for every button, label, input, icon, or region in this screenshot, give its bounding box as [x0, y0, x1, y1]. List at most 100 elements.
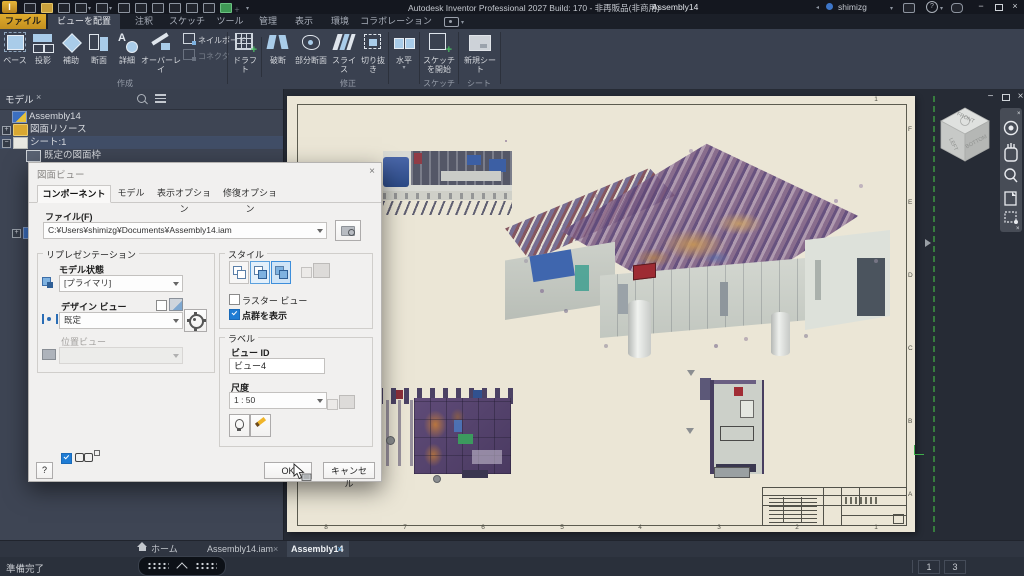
inventor-logo[interactable]: I: [2, 1, 17, 13]
ribbon-button-overlay[interactable]: オーバーレイ: [141, 31, 181, 75]
redo-icon[interactable]: [96, 3, 108, 13]
help-icon[interactable]: ?: [926, 1, 938, 13]
dialog-help-button[interactable]: ?: [36, 462, 53, 479]
doc-close-button[interactable]: ×: [1014, 91, 1024, 102]
browser-close-icon[interactable]: ×: [36, 92, 41, 102]
style-hidden-line-button[interactable]: [229, 261, 249, 284]
tab-environments[interactable]: 環境: [324, 14, 356, 29]
expand-icon[interactable]: +: [2, 126, 11, 135]
tree-item-sheet1[interactable]: − シート:1: [0, 136, 283, 149]
cancel-button[interactable]: キャンセル: [323, 462, 375, 479]
undo-icon[interactable]: [75, 3, 87, 13]
zoom-window-icon[interactable]: [1005, 212, 1016, 222]
new-file-icon[interactable]: [24, 3, 36, 13]
pointcloud-marker-circle[interactable]: [433, 475, 441, 483]
cart-icon[interactable]: [903, 3, 915, 13]
restore-button[interactable]: [991, 0, 1005, 13]
pointcloud-marker-triangle[interactable]: [686, 428, 694, 434]
copy-icon[interactable]: [169, 3, 181, 13]
raster-view-checkbox[interactable]: [229, 294, 240, 305]
drawing-view-isometric[interactable]: [505, 140, 890, 360]
drawing-view-plan[interactable]: [378, 382, 520, 478]
help-dropdown-icon[interactable]: ▾: [940, 5, 943, 12]
preview-checkbox[interactable]: [61, 453, 72, 464]
dialog-tab-display[interactable]: 表示オプション: [153, 185, 215, 201]
dialog-tab-model[interactable]: モデル: [113, 185, 149, 201]
close-button[interactable]: ×: [1008, 0, 1022, 13]
ribbon-button-slice[interactable]: スライス: [330, 31, 358, 75]
point-cloud-checkbox[interactable]: [229, 309, 240, 320]
marking-menu-pill[interactable]: [138, 556, 226, 576]
chevron-up-icon[interactable]: [176, 562, 187, 573]
sheet-number-total[interactable]: 3: [944, 560, 966, 574]
pointcloud-marker-triangle[interactable]: [687, 370, 695, 376]
tab-close-icon[interactable]: ×: [337, 541, 342, 557]
dialog-tab-component[interactable]: コンポーネント: [37, 185, 111, 203]
drawing-view-elevation-2[interactable]: [700, 368, 765, 478]
undo-dropdown-icon[interactable]: ▾: [88, 5, 91, 12]
ribbon-button-crop[interactable]: 切り抜き: [358, 31, 388, 75]
ribbon-button-base[interactable]: ベース: [1, 31, 29, 66]
design-view-combo[interactable]: 既定: [59, 312, 183, 329]
ribbon-button-breakout[interactable]: 部分断面: [292, 31, 330, 66]
user-prev-icon[interactable]: ◂: [816, 4, 819, 11]
tab-place-views[interactable]: ビューを配置: [48, 14, 120, 29]
design-view-associative-checkbox[interactable]: [156, 300, 167, 311]
ribbon-button-detail[interactable]: A 詳細: [113, 31, 141, 66]
expand-icon[interactable]: +: [12, 229, 21, 238]
print-icon[interactable]: [152, 3, 164, 13]
browser-menu-icon[interactable]: [155, 94, 166, 103]
scale-combo[interactable]: 1 : 50: [229, 392, 327, 409]
tab-close-icon[interactable]: ×: [273, 541, 278, 558]
ribbon-button-new-sheet[interactable]: 新規シート: [461, 31, 499, 75]
design-view-settings-button[interactable]: [184, 309, 207, 332]
measure-icon[interactable]: [203, 3, 215, 13]
tab-sketch[interactable]: スケッチ: [166, 14, 208, 29]
ribbon-button-auxiliary[interactable]: 補助: [57, 31, 85, 66]
capture-dropdown-icon[interactable]: ▾: [461, 19, 464, 26]
browse-file-button[interactable]: [335, 220, 361, 241]
style-shaded-button[interactable]: [271, 261, 291, 284]
view-cube[interactable]: FRONT LEFT BOTTOM: [936, 105, 994, 165]
search-icon[interactable]: [137, 94, 146, 103]
save-icon[interactable]: [58, 3, 70, 13]
drawing-canvas[interactable]: F E D C B A 8 7 6 5 4 3 2 1 1: [284, 89, 1024, 540]
model-state-combo[interactable]: [プライマリ]: [59, 275, 183, 292]
capture-icon[interactable]: [444, 17, 459, 27]
drawing-view-elevation-1[interactable]: [383, 151, 512, 216]
user-avatar[interactable]: [826, 3, 833, 10]
tab-tools[interactable]: ツール: [212, 14, 248, 29]
user-name[interactable]: shimizg: [838, 2, 867, 12]
dialog-close-icon[interactable]: ×: [369, 166, 375, 177]
look-at-icon[interactable]: [1005, 192, 1016, 205]
parameters-icon[interactable]: [220, 3, 232, 13]
redo-dropdown-icon[interactable]: ▾: [109, 5, 112, 12]
style-hidden-line-removed-button[interactable]: [250, 261, 270, 284]
tab-manage[interactable]: 管理: [252, 14, 284, 29]
open-file-icon[interactable]: [41, 3, 53, 13]
panel-expand-arrow[interactable]: [925, 239, 931, 247]
pan-hand-icon[interactable]: [1005, 148, 1017, 161]
toggle-label-visibility-button[interactable]: [229, 414, 250, 437]
ribbon-button-section[interactable]: 断面: [85, 31, 113, 66]
assistant-icon[interactable]: [951, 3, 963, 13]
ribbon-button-horizontal[interactable]: 水平 ▾: [391, 31, 417, 70]
navbar-customize-icon[interactable]: ×: [1016, 226, 1020, 232]
ribbon-button-start-sketch[interactable]: + スケッチを開始: [422, 31, 456, 75]
layout-icon[interactable]: [135, 3, 147, 13]
dialog-tab-recovery[interactable]: 修復オプション: [219, 185, 281, 201]
navbar-close-icon[interactable]: ×: [1017, 111, 1021, 117]
qat-more-icon[interactable]: ＋: [234, 5, 240, 14]
tab-annotate[interactable]: 注釈: [126, 14, 162, 29]
collapse-icon[interactable]: −: [2, 139, 11, 148]
pointcloud-marker-circle[interactable]: [386, 436, 395, 445]
qat-customize-icon[interactable]: ▾: [246, 5, 249, 12]
tree-item-assembly[interactable]: Assembly14: [0, 110, 283, 123]
ribbon-button-break[interactable]: 破断: [264, 31, 292, 66]
doc-minimize-button[interactable]: −: [984, 91, 997, 102]
sheet-number-current[interactable]: 1: [918, 560, 940, 574]
iproperties-icon[interactable]: [186, 3, 198, 13]
file-path-combo[interactable]: C:¥Users¥shimizg¥Documents¥Assembly14.ia…: [43, 222, 327, 239]
ribbon-button-projected[interactable]: 投影: [29, 31, 57, 66]
ribbon-button-draft[interactable]: + ドラフト: [230, 31, 260, 75]
